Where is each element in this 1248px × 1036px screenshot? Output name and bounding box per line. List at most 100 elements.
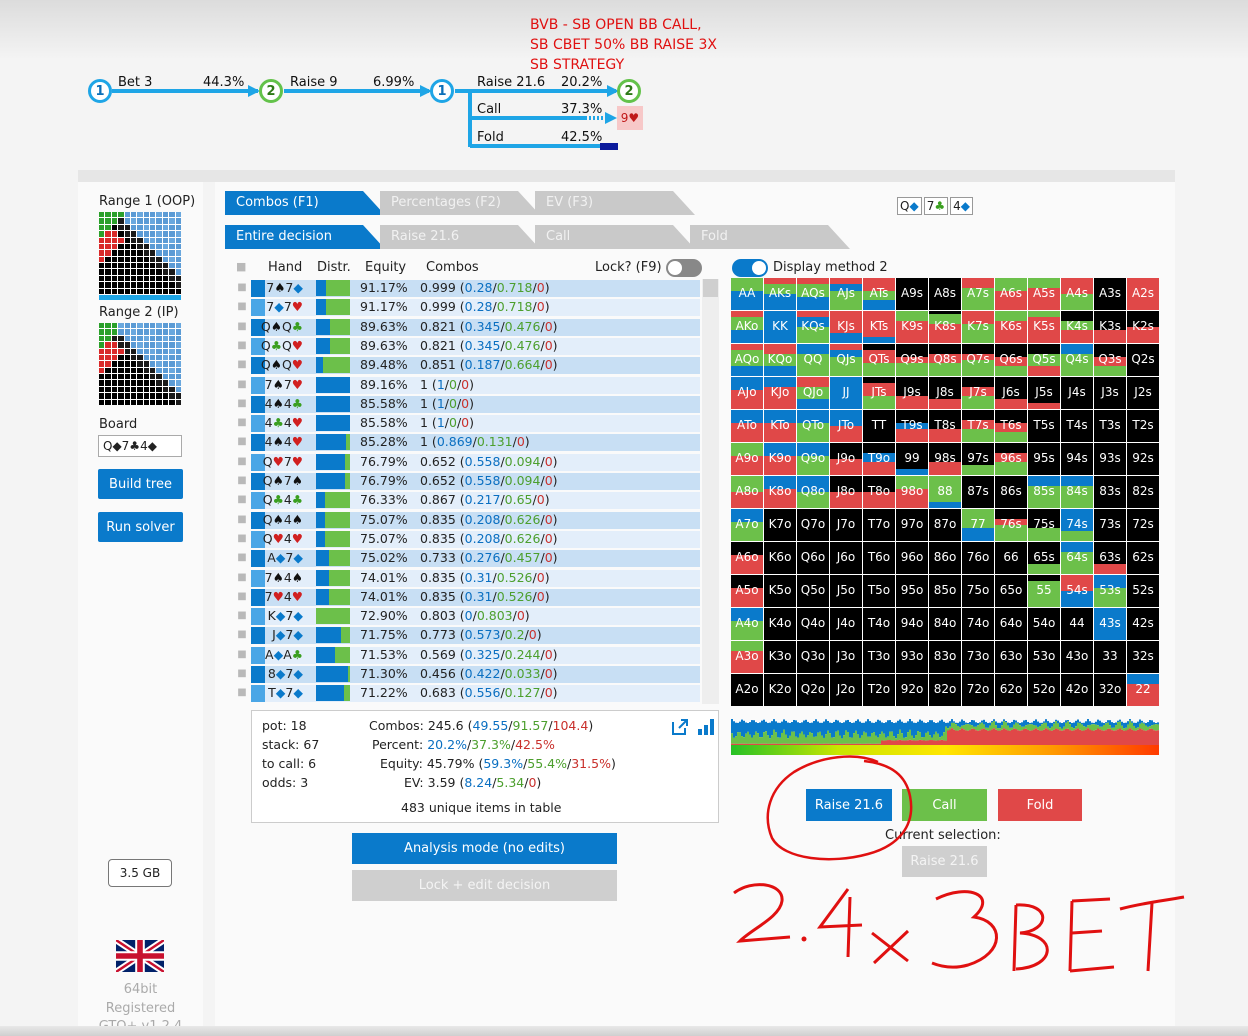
matrix-cell-84s[interactable]: 84s [1061,476,1093,508]
lock-all-icon[interactable]: ■ [236,260,246,273]
table-row[interactable]: ■ 7♠7◆ 91.17% 0.999 (0.28/0.718/0) [235,279,700,297]
matrix-cell-97s[interactable]: 97s [962,443,994,475]
matrix-cell-98s[interactable]: 98s [929,443,961,475]
matrix-cell-A3s[interactable]: A3s [1094,278,1126,310]
lock-icon[interactable]: ■ [235,318,249,336]
table-row[interactable]: ■ Q♥4♥ 75.07% 0.835 (0.208/0.626/0) [235,530,700,548]
table-row[interactable]: ■ J◆7◆ 71.75% 0.773 (0.573/0.2/0) [235,626,700,645]
matrix-cell-J7o[interactable]: J7o [830,509,862,541]
tree-action-raise[interactable]: Raise 9 [290,75,338,90]
matrix-cell-ATo[interactable]: ATo [731,410,763,442]
matrix-cell-22[interactable]: 22 [1127,674,1159,706]
matrix-cell-J4s[interactable]: J4s [1061,377,1093,409]
table-row[interactable]: ■ Q♠4♠ 75.07% 0.835 (0.208/0.626/0) [235,511,700,529]
matrix-cell-93s[interactable]: 93s [1094,443,1126,475]
matrix-cell-J6s[interactable]: J6s [995,377,1027,409]
matrix-cell-53s[interactable]: 53s [1094,575,1126,607]
matrix-cell-K6s[interactable]: K6s [995,311,1027,343]
matrix-cell-82s[interactable]: 82s [1127,476,1159,508]
matrix-cell-J3s[interactable]: J3s [1094,377,1126,409]
matrix-cell-Q5s[interactable]: Q5s [1028,344,1060,376]
matrix-cell-Q4s[interactable]: Q4s [1061,344,1093,376]
matrix-cell-94s[interactable]: 94s [1061,443,1093,475]
analysis-mode-button[interactable]: Analysis mode (no edits) [352,833,617,864]
lock-icon[interactable]: ■ [235,684,249,702]
matrix-cell-85o[interactable]: 85o [929,575,961,607]
table-row[interactable]: ■ K◆7◆ 72.90% 0.803 (0/0.803/0) [235,607,700,626]
lock-icon[interactable]: ■ [235,607,249,625]
matrix-cell-Q2o[interactable]: Q2o [797,674,829,706]
matrix-cell-J8o[interactable]: J8o [830,476,862,508]
lock-icon[interactable]: ■ [235,298,249,316]
chart-bars-icon[interactable] [696,717,716,737]
matrix-cell-Q5o[interactable]: Q5o [797,575,829,607]
matrix-cell-AKo[interactable]: AKo [731,311,763,343]
lock-icon[interactable]: ■ [235,588,249,606]
matrix-cell-K9s[interactable]: K9s [896,311,928,343]
lock-icon[interactable]: ■ [235,453,249,471]
table-row[interactable]: ■ 7◆7♥ 91.17% 0.999 (0.28/0.718/0) [235,298,700,317]
header-equity[interactable]: Equity [365,260,406,275]
lock-icon[interactable]: ■ [235,665,249,683]
matrix-cell-A6o[interactable]: A6o [731,542,763,574]
lock-icon[interactable]: ■ [235,279,249,297]
tab-percentages[interactable]: Percentages (F2) [380,191,540,215]
table-row[interactable]: ■ Q♠Q♣ 89.63% 0.821 (0.345/0.476/0) [235,318,700,336]
matrix-cell-Q7s[interactable]: Q7s [962,344,994,376]
matrix-cell-KJs[interactable]: KJs [830,311,862,343]
matrix-cell-J9s[interactable]: J9s [896,377,928,409]
matrix-cell-AQo[interactable]: AQo [731,344,763,376]
matrix-cell-K7s[interactable]: K7s [962,311,994,343]
matrix-cell-55[interactable]: 55 [1028,575,1060,607]
matrix-cell-A7s[interactable]: A7s [962,278,994,310]
matrix-cell-AKs[interactable]: AKs [764,278,796,310]
matrix-cell-A4s[interactable]: A4s [1061,278,1093,310]
matrix-cell-65s[interactable]: 65s [1028,542,1060,574]
header-hand[interactable]: Hand [268,260,302,275]
matrix-cell-T2o[interactable]: T2o [863,674,895,706]
table-row[interactable]: ■ Q♥7♥ 76.79% 0.652 (0.558/0.094/0) [235,453,700,471]
lock-icon[interactable]: ■ [235,337,249,355]
matrix-cell-K5s[interactable]: K5s [1028,311,1060,343]
matrix-cell-T4o[interactable]: T4o [863,608,895,640]
matrix-cell-T8s[interactable]: T8s [929,410,961,442]
tree-action-bet[interactable]: Bet 3 [118,75,152,90]
header-dist[interactable]: Distr. [317,260,351,275]
matrix-cell-Q8s[interactable]: Q8s [929,344,961,376]
matrix-cell-98o[interactable]: 98o [896,476,928,508]
matrix-cell-T8o[interactable]: T8o [863,476,895,508]
matrix-cell-K9o[interactable]: K9o [764,443,796,475]
matrix-cell-Q8o[interactable]: Q8o [797,476,829,508]
matrix-cell-K6o[interactable]: K6o [764,542,796,574]
matrix-cell-T5o[interactable]: T5o [863,575,895,607]
tab-call[interactable]: Call [535,225,695,249]
matrix-cell-JJ[interactable]: JJ [830,377,862,409]
matrix-cell-A3o[interactable]: A3o [731,641,763,673]
lock-icon[interactable]: ■ [235,549,249,567]
matrix-cell-QJo[interactable]: QJo [797,377,829,409]
table-row[interactable]: ■ A◆7◆ 75.02% 0.733 (0.276/0.457/0) [235,549,700,568]
matrix-cell-77[interactable]: 77 [962,509,994,541]
matrix-cell-53o[interactable]: 53o [1028,641,1060,673]
table-row[interactable]: ■ 4♠4♣ 85.58% 1 (1/0/0) [235,395,700,413]
matrix-cell-K4s[interactable]: K4s [1061,311,1093,343]
matrix-cell-33[interactable]: 33 [1094,641,1126,673]
tab-raise[interactable]: Raise 21.6 [380,225,540,249]
lock-icon[interactable]: ■ [235,433,249,451]
matrix-cell-52s[interactable]: 52s [1127,575,1159,607]
matrix-cell-J4o[interactable]: J4o [830,608,862,640]
matrix-cell-Q9s[interactable]: Q9s [896,344,928,376]
matrix-cell-KTo[interactable]: KTo [764,410,796,442]
matrix-cell-72o[interactable]: 72o [962,674,994,706]
matrix-cell-T3s[interactable]: T3s [1094,410,1126,442]
matrix-cell-93o[interactable]: 93o [896,641,928,673]
matrix-cell-A8s[interactable]: A8s [929,278,961,310]
matrix-cell-QTs[interactable]: QTs [863,344,895,376]
table-scrollbar-thumb[interactable] [703,279,718,297]
matrix-cell-82o[interactable]: 82o [929,674,961,706]
matrix-cell-QQ[interactable]: QQ [797,344,829,376]
matrix-cell-J3o[interactable]: J3o [830,641,862,673]
matrix-cell-T2s[interactable]: T2s [1127,410,1159,442]
matrix-cell-54o[interactable]: 54o [1028,608,1060,640]
matrix-cell-74s[interactable]: 74s [1061,509,1093,541]
